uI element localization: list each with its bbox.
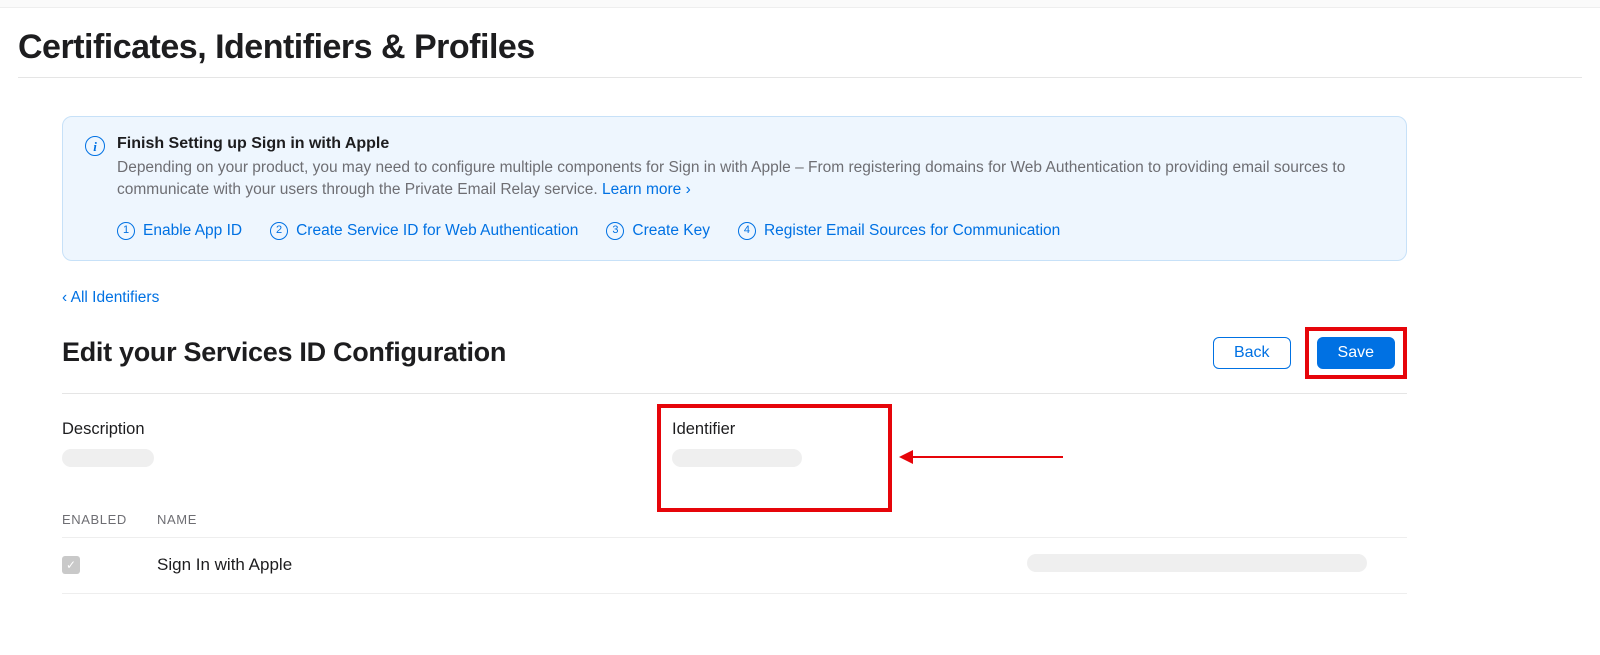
info-body: Finish Setting up Sign in with Apple Dep… xyxy=(117,135,1384,240)
capabilities-header: ENABLED NAME xyxy=(62,512,1407,538)
table-row: ✓ Sign In with Apple xyxy=(62,538,1407,594)
step-label: Create Key xyxy=(632,222,710,240)
col-name-header: NAME xyxy=(157,512,1407,527)
page-title: Certificates, Identifiers & Profiles xyxy=(18,28,1582,67)
info-desc-text: Depending on your product, you may need … xyxy=(117,159,1345,198)
description-label: Description xyxy=(62,420,672,439)
section-title: Edit your Services ID Configuration xyxy=(62,337,506,368)
content-area: i Finish Setting up Sign in with Apple D… xyxy=(18,116,1582,594)
enabled-cell: ✓ xyxy=(62,556,157,574)
identifier-value-redacted xyxy=(672,449,802,467)
step-num-icon: 4 xyxy=(738,222,756,240)
field-row: Description Identifier xyxy=(62,420,1407,472)
step-label: Enable App ID xyxy=(143,222,242,240)
info-steps: 1 Enable App ID 2 Create Service ID for … xyxy=(117,222,1384,240)
button-row: Back Save xyxy=(1213,327,1407,379)
section-header-row: Edit your Services ID Configuration Back… xyxy=(62,327,1407,379)
back-button[interactable]: Back xyxy=(1213,337,1291,369)
section-divider xyxy=(62,393,1407,394)
capability-detail-redacted xyxy=(1027,554,1367,572)
description-field: Description xyxy=(62,420,672,472)
step-label: Register Email Sources for Communication xyxy=(764,222,1060,240)
identifier-field: Identifier xyxy=(672,420,802,472)
capability-extra xyxy=(1027,554,1407,577)
step-register-email-sources[interactable]: 4 Register Email Sources for Communicati… xyxy=(738,222,1060,240)
step-enable-app-id[interactable]: 1 Enable App ID xyxy=(117,222,242,240)
step-create-service-id[interactable]: 2 Create Service ID for Web Authenticati… xyxy=(270,222,578,240)
step-create-key[interactable]: 3 Create Key xyxy=(606,222,710,240)
identifier-label: Identifier xyxy=(672,420,802,439)
step-label: Create Service ID for Web Authentication xyxy=(296,222,578,240)
info-description: Depending on your product, you may need … xyxy=(117,157,1384,202)
checkbox-checked-icon[interactable]: ✓ xyxy=(62,556,80,574)
save-button[interactable]: Save xyxy=(1317,337,1395,369)
step-num-icon: 1 xyxy=(117,222,135,240)
learn-more-link[interactable]: Learn more › xyxy=(602,181,691,198)
title-divider xyxy=(18,77,1582,78)
save-highlight-box: Save xyxy=(1305,327,1407,379)
arrow-annotation xyxy=(899,450,1063,464)
capabilities-table: ENABLED NAME ✓ Sign In with Apple xyxy=(62,512,1407,594)
capability-name: Sign In with Apple xyxy=(157,555,1027,575)
col-enabled-header: ENABLED xyxy=(62,512,157,527)
all-identifiers-link[interactable]: ‹ All Identifiers xyxy=(62,289,159,307)
description-value-redacted xyxy=(62,449,154,467)
arrow-line xyxy=(913,456,1063,458)
step-num-icon: 2 xyxy=(270,222,288,240)
info-head: i Finish Setting up Sign in with Apple D… xyxy=(85,135,1384,240)
info-title: Finish Setting up Sign in with Apple xyxy=(117,135,1384,153)
top-bar xyxy=(0,0,1600,8)
arrow-left-icon xyxy=(899,450,913,464)
page-container: Certificates, Identifiers & Profiles i F… xyxy=(0,8,1600,634)
step-num-icon: 3 xyxy=(606,222,624,240)
info-icon: i xyxy=(85,136,105,156)
info-banner: i Finish Setting up Sign in with Apple D… xyxy=(62,116,1407,261)
